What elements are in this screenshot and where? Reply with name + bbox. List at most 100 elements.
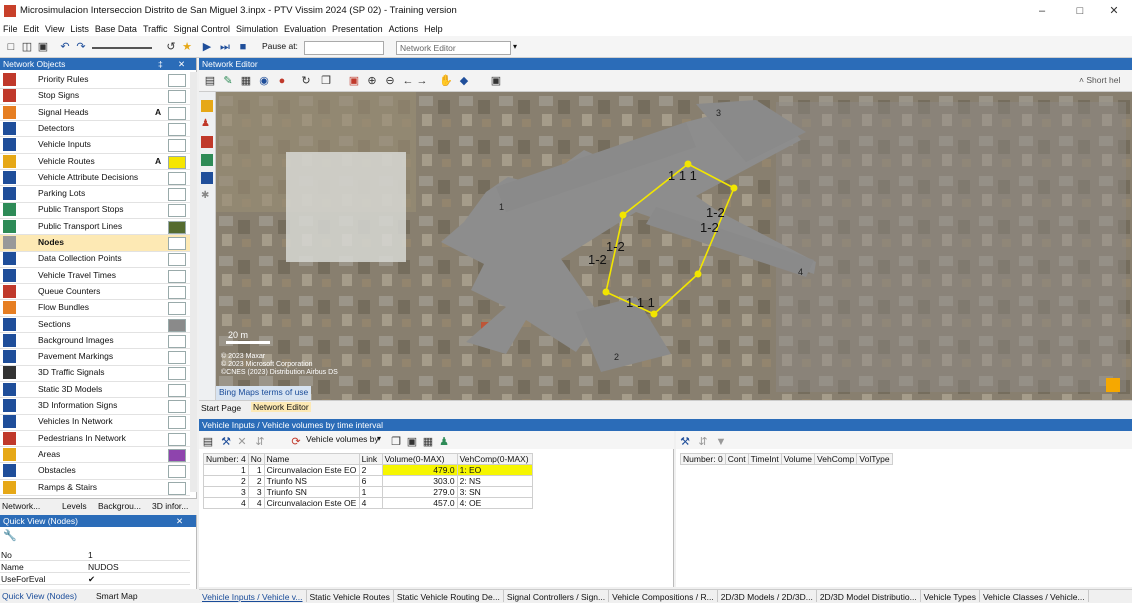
column-header[interactable]: TimeInt [747, 453, 782, 465]
tab-3d-info[interactable]: 3D infor... [152, 501, 188, 511]
cell-vehcomp[interactable]: 2: NS [456, 475, 533, 487]
quick-view-row[interactable]: Name NUDOS [0, 561, 190, 573]
select-icon[interactable]: ◆ [457, 74, 471, 88]
list-tab[interactable]: Static Vehicle Routes [307, 590, 394, 602]
globe-icon[interactable]: ◉ [257, 74, 271, 88]
tab-backgrounds[interactable]: Backgrou... [98, 501, 141, 511]
graphic-parameter-swatch[interactable] [168, 481, 186, 495]
chevron-down-icon[interactable]: ▾ [377, 434, 381, 443]
bing-maps-terms-link[interactable]: Bing Maps terms of use [216, 386, 312, 400]
graphic-parameter-swatch[interactable] [168, 302, 186, 316]
network-object-parking-lots[interactable]: Parking Lots [0, 186, 190, 203]
list-layout-icon[interactable]: ▤ [201, 435, 215, 449]
wrench-icon[interactable]: ⚒ [219, 435, 233, 449]
graphic-parameter-swatch[interactable] [168, 383, 186, 397]
pan-hand-icon[interactable]: ✋ [439, 74, 453, 88]
tab-quick-view[interactable]: Quick View (Nodes) [2, 591, 77, 601]
cell-link[interactable]: 2 [358, 464, 383, 476]
column-header[interactable]: Number: 0 [680, 453, 726, 465]
menu-lists[interactable]: Lists [67, 22, 92, 36]
cell-vehcomp[interactable]: 4: OE [456, 497, 533, 509]
network-object-queue-counters[interactable]: Queue Counters [0, 284, 190, 301]
tab-network-editor[interactable]: Network Editor [251, 402, 311, 412]
graphic-parameter-swatch[interactable] [168, 106, 186, 120]
cell-idx[interactable]: 1 [203, 464, 249, 476]
menu-traffic[interactable]: Traffic [140, 22, 171, 36]
relation-dropdown[interactable]: Vehicle volumes by [306, 434, 379, 444]
menu-actions[interactable]: Actions [386, 22, 422, 36]
menu-help[interactable]: Help [421, 22, 446, 36]
cell-link[interactable]: 4 [358, 497, 383, 509]
node-vertex[interactable] [730, 184, 738, 192]
edit-network-icon[interactable]: ✎ [221, 74, 235, 88]
node-vertex[interactable] [602, 288, 610, 296]
network-object-vehicle-travel-times[interactable]: Vehicle Travel Times [0, 268, 190, 285]
graphic-parameter-swatch[interactable] [168, 253, 186, 267]
graphic-parameter-swatch[interactable] [168, 171, 186, 185]
menu-signal-control[interactable]: Signal Control [170, 22, 233, 36]
reset-icon[interactable]: ↺ [164, 40, 178, 54]
cell-idx[interactable]: 2 [203, 475, 249, 487]
network-object-3d-traffic-signals[interactable]: 3D Traffic Signals [0, 365, 190, 382]
pedestrian-icon[interactable]: ♟ [201, 118, 213, 130]
cell-vehcomp[interactable]: 3: SN [456, 486, 533, 498]
graphic-parameter-swatch[interactable] [168, 432, 186, 446]
tab-smart-map[interactable]: Smart Map [96, 591, 138, 601]
cell-volume[interactable]: 479.0 [381, 464, 458, 476]
cell-no[interactable]: 2 [247, 475, 265, 487]
network-object-vehicle-inputs[interactable]: Vehicle Inputs [0, 137, 190, 154]
wrench-icon[interactable]: 🔧 [3, 529, 17, 542]
link-tool-icon[interactable] [201, 154, 213, 166]
sort-icon[interactable]: ⇵ [696, 435, 710, 449]
node-tool-icon[interactable] [201, 100, 213, 112]
network-object-vehicles-in-network[interactable]: Vehicles In Network [0, 414, 190, 431]
minimize-button[interactable]: – [1024, 2, 1060, 20]
graphic-parameter-swatch[interactable] [168, 351, 186, 365]
network-object-priority-rules[interactable]: Priority Rules [0, 72, 190, 89]
layout-icon[interactable]: ▤ [203, 74, 217, 88]
network-object-nodes[interactable]: Nodes [0, 235, 190, 252]
table-row[interactable]: 4 4 Circunvalacion Este OE 4 457.0 4: OE [203, 497, 533, 509]
menu-view[interactable]: View [42, 22, 67, 36]
cell-no[interactable]: 4 [247, 497, 265, 509]
list-tab[interactable]: 2D/3D Model Distributio... [817, 590, 921, 602]
node-vertex[interactable] [684, 160, 692, 168]
graphic-parameter-swatch[interactable] [168, 318, 186, 332]
save-icon[interactable]: ▣ [36, 40, 50, 54]
column-header[interactable]: Volume(0-MAX) [381, 453, 458, 465]
label-toggle[interactable]: A [155, 107, 161, 117]
zoom-in-icon[interactable]: ⊕ [365, 74, 379, 88]
database-icon[interactable]: ▣ [405, 435, 419, 449]
close-panel-icon[interactable]: ✕ [176, 515, 183, 527]
cell-name[interactable]: Circunvalacion Este EO [263, 464, 360, 476]
network-object-background-images[interactable]: Background Images [0, 333, 190, 350]
zoom-extent-icon[interactable]: ▣ [347, 74, 361, 88]
parking-tool-icon[interactable] [201, 172, 213, 184]
cell-volume[interactable]: 279.0 [381, 486, 458, 498]
column-header[interactable]: Link [358, 453, 383, 465]
menu-base-data[interactable]: Base Data [92, 22, 140, 36]
export-icon[interactable]: ▦ [421, 435, 435, 449]
list-tab[interactable]: Signal Controllers / Sign... [504, 590, 610, 602]
tab-start-page[interactable]: Start Page [201, 403, 241, 413]
menu-presentation[interactable]: Presentation [329, 22, 386, 36]
column-header[interactable]: Volume [780, 453, 816, 465]
sort-icon[interactable]: ⇵ [253, 435, 267, 449]
simulation-speed-slider[interactable] [92, 47, 152, 49]
column-header[interactable]: VehComp(0-MAX) [456, 453, 533, 465]
list-tab[interactable]: Static Vehicle Routing De... [394, 590, 504, 602]
delete-icon[interactable]: ✕ [235, 435, 249, 449]
cell-vehcomp[interactable]: 1: EO [456, 464, 533, 476]
wrench-icon[interactable]: ⚒ [678, 435, 692, 449]
label-toggle[interactable]: A [155, 156, 161, 166]
network-object-3d-information-signs[interactable]: 3D Information Signs [0, 398, 190, 415]
tab-network-objects[interactable]: Network... [2, 501, 40, 511]
quick-view-row[interactable]: No 1 [0, 549, 190, 561]
menu-edit[interactable]: Edit [21, 22, 43, 36]
copy-icon[interactable]: ❐ [389, 435, 403, 449]
network-object-sections[interactable]: Sections [0, 317, 190, 333]
quick-view-row[interactable]: UseForEval ✔ [0, 573, 190, 585]
forward-icon[interactable]: → [415, 74, 429, 88]
use-for-eval-checkbox[interactable]: ✔ [88, 574, 95, 585]
menu-evaluation[interactable]: Evaluation [281, 22, 329, 36]
